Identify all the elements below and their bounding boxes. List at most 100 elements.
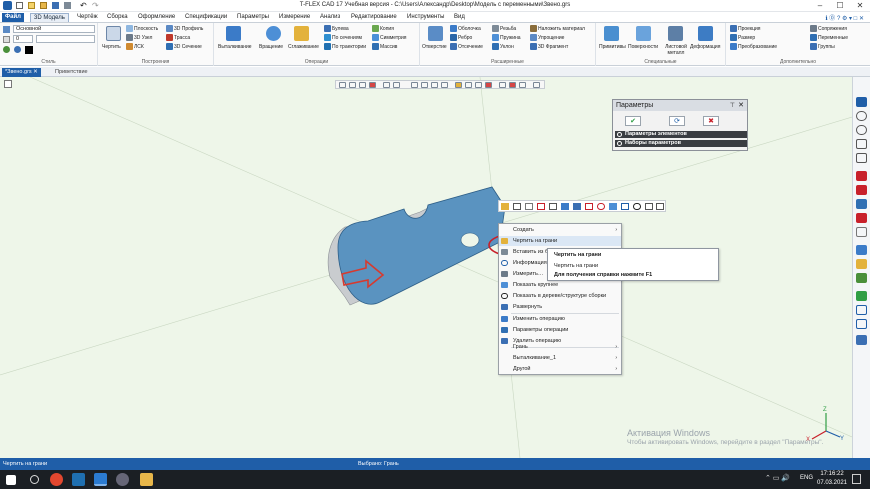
cube-icon[interactable] — [609, 203, 617, 210]
surfaces-button[interactable]: Поверхности — [628, 44, 658, 50]
thread-button[interactable]: Резьба — [492, 25, 516, 32]
tflex-taskbar-icon[interactable] — [94, 473, 107, 486]
menu-item-expand[interactable]: Развернуть — [499, 302, 621, 312]
constraint2-icon[interactable] — [856, 185, 867, 195]
menu-item-extrusion[interactable]: Выталкивание_1 › — [499, 353, 621, 363]
apply-button[interactable]: ⟳ — [669, 116, 685, 126]
menu-measurement[interactable]: Измерение — [276, 13, 313, 22]
menu-editing[interactable]: Редактирование — [348, 13, 400, 22]
style-select[interactable] — [36, 35, 95, 43]
magnet-icon[interactable] — [856, 97, 867, 107]
minimize-button[interactable]: – — [810, 0, 830, 12]
more-icon[interactable] — [656, 203, 664, 210]
box-icon[interactable] — [411, 82, 418, 88]
select-icon[interactable] — [349, 82, 356, 88]
layers-icon[interactable] — [856, 273, 867, 283]
clock-date[interactable]: 07.03.2021 — [815, 480, 849, 486]
circle-icon[interactable] — [485, 82, 492, 88]
menu-3d-model[interactable]: 3D Модель — [30, 13, 69, 22]
lcs-button[interactable]: ЛСК — [126, 43, 144, 50]
point-icon[interactable] — [441, 82, 448, 88]
rib-button[interactable]: Ребро — [450, 34, 472, 41]
draw-button[interactable]: Чертить — [102, 44, 121, 50]
chrome-icon[interactable] — [50, 473, 63, 486]
select-face-icon[interactable] — [359, 82, 366, 88]
variables-button[interactable]: Переменные — [810, 34, 848, 41]
copy-button[interactable]: Копия — [372, 25, 394, 32]
dimension-icon[interactable] — [525, 203, 533, 210]
pin-icon[interactable]: ⊤ — [730, 102, 735, 109]
zoom-out-icon[interactable] — [856, 125, 867, 135]
table-icon[interactable] — [573, 203, 581, 210]
surface-icon[interactable] — [519, 82, 526, 88]
plane-snap-icon[interactable] — [475, 82, 482, 88]
primitives-button[interactable]: Примитивы — [599, 44, 626, 50]
snap-icon[interactable] — [383, 82, 390, 88]
color-swatch[interactable] — [25, 46, 33, 54]
projection-button[interactable]: Проекция — [730, 25, 761, 32]
extrude-small-icon[interactable] — [561, 203, 569, 210]
target-icon[interactable] — [633, 203, 641, 210]
extrude-button[interactable]: Выталкивание — [218, 44, 252, 50]
menu-analysis[interactable]: Анализ — [317, 13, 343, 22]
rectangle-icon[interactable] — [549, 203, 557, 210]
menu-formatting[interactable]: Оформление — [135, 13, 178, 22]
color-icon[interactable] — [3, 46, 10, 53]
menu-item-create[interactable]: Создать › — [499, 225, 621, 235]
mating-button[interactable]: Сопряжения — [810, 25, 847, 32]
view-icon[interactable] — [856, 291, 867, 301]
panel-close-icon[interactable]: ✕ — [738, 101, 744, 109]
plane-button[interactable]: Плоскость — [126, 25, 158, 32]
menu-item-draw-on-face[interactable]: Чертить на грани — [499, 236, 621, 246]
export-icon[interactable] — [856, 305, 867, 315]
section-element-params[interactable]: Параметры элементов — [615, 131, 747, 138]
cut-button[interactable]: Отсечение — [450, 43, 483, 50]
menu-item-show-in-tree[interactable]: Показать в дереве/структуре сборки — [499, 291, 621, 301]
deformation-button[interactable]: Деформация — [690, 44, 720, 50]
menu-drawing[interactable]: Чертёж — [74, 13, 101, 22]
rotate-icon[interactable] — [856, 199, 867, 209]
maximize-button[interactable]: ☐ — [830, 0, 850, 12]
vertex-icon[interactable] — [431, 82, 438, 88]
sheet-metal-button[interactable]: Листовой металл — [662, 44, 690, 56]
edge-icon[interactable] — [421, 82, 428, 88]
ok-button[interactable]: ✔ — [625, 116, 641, 126]
shell-button[interactable]: Оболочка — [450, 25, 481, 32]
settings-icon[interactable] — [856, 335, 867, 345]
notifications-icon[interactable] — [852, 474, 861, 484]
axis-icon[interactable] — [393, 82, 400, 88]
slope-button[interactable]: Уклон — [492, 43, 514, 50]
menu-tools[interactable]: Инструменты — [404, 13, 447, 22]
menu-view[interactable]: Вид — [451, 13, 468, 22]
node-snap-icon[interactable] — [455, 82, 462, 88]
filter-icon[interactable] — [339, 82, 346, 88]
folder-taskbar-icon[interactable] — [140, 473, 153, 486]
section-param-sets[interactable]: Наборы параметров — [615, 140, 747, 147]
array-button[interactable]: Массив — [372, 43, 397, 50]
grid-icon[interactable] — [465, 82, 472, 88]
zoom-window-icon[interactable] — [856, 139, 867, 149]
menu-assembly[interactable]: Сборка — [104, 13, 131, 22]
zoom-in-icon[interactable] — [856, 111, 867, 121]
delete-icon[interactable] — [585, 203, 593, 210]
help-icons[interactable]: ℹ ⓪ ? ⚙ ▾ □ ✕ — [804, 13, 864, 22]
menu-item-face[interactable]: Грань › — [499, 342, 621, 352]
menu-item-other[interactable]: Другой › — [499, 364, 621, 374]
zoom-all-icon[interactable] — [856, 153, 867, 163]
lock-icon[interactable] — [533, 82, 540, 88]
section3d-button[interactable]: 3D Сечение — [166, 43, 202, 50]
cancel-button[interactable]: ✖ — [703, 116, 719, 126]
crosshair-icon[interactable] — [513, 203, 521, 210]
section-view-icon[interactable] — [856, 227, 867, 237]
search-icon[interactable] — [30, 475, 39, 484]
boolean-button[interactable]: Булева — [324, 25, 349, 32]
cylinder-icon[interactable] — [509, 82, 516, 88]
body-icon[interactable] — [499, 82, 506, 88]
explorer-icon[interactable] — [72, 473, 85, 486]
pencil-icon[interactable] — [501, 203, 509, 210]
render-icon[interactable] — [856, 259, 867, 269]
menu-item-edit-operation[interactable]: Изменить операцию — [499, 314, 621, 324]
profile3d-button[interactable]: 3D Профиль — [166, 25, 203, 32]
shade-icon[interactable] — [856, 245, 867, 255]
fragment3d-button[interactable]: 3D Фрагмент — [530, 43, 568, 50]
